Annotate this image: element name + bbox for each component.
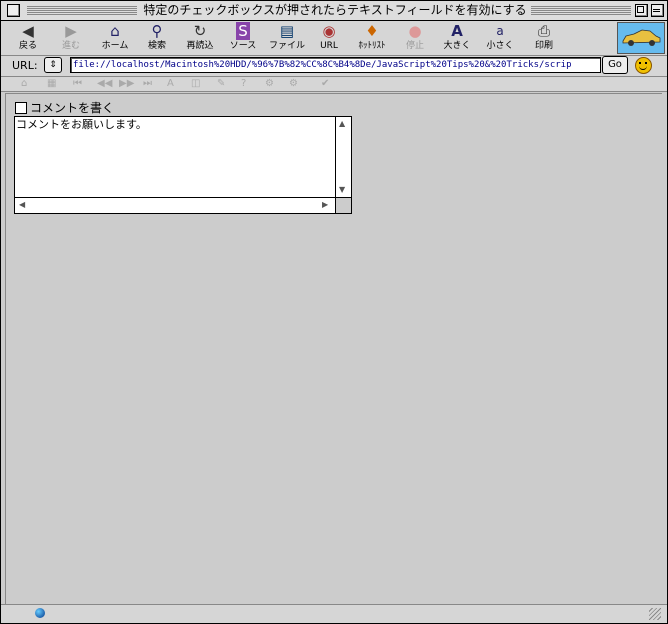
- larger-text-icon: A: [451, 22, 463, 40]
- scroll-up-icon[interactable]: ▲: [339, 119, 345, 129]
- back-arrow-icon: ◀: [22, 22, 34, 40]
- comment-checkbox[interactable]: [15, 102, 27, 114]
- stop-icon: ●: [408, 22, 422, 40]
- pt-font-icon[interactable]: A: [167, 77, 174, 91]
- pt-frame-icon[interactable]: ◫: [191, 77, 200, 91]
- stop-button[interactable]: ● 停止: [393, 22, 437, 54]
- collapse-box[interactable]: [651, 4, 664, 17]
- printer-icon: ⎙: [537, 22, 550, 40]
- browser-window: 特定のチェックボックスが押されたらテキストフィールドを有効にする ◀ 戻る ▶ …: [0, 0, 668, 624]
- reload-button[interactable]: ↻ 再読込: [178, 22, 222, 54]
- smaller-text-icon: a: [496, 24, 504, 38]
- location-bar: URL: ⇕ file://localhost/Macintosh%20HDD/…: [1, 56, 667, 77]
- hotlist-button[interactable]: ♦ ﾎｯﾄﾘｽﾄ: [350, 22, 394, 54]
- comment-textarea-text[interactable]: コメントをお願いします。: [16, 118, 334, 196]
- larger-text-button[interactable]: A 大きく: [435, 22, 479, 54]
- navigation-toolbar: ◀ 戻る ▶ 進む ⌂ ホーム ⚲ 検索 ↻ 再読込 S ソース ▤ ファイル …: [1, 21, 667, 56]
- title-stripes-left: [27, 5, 137, 16]
- horizontal-scrollbar[interactable]: ◀ ▶: [15, 197, 335, 213]
- source-button[interactable]: S ソース: [221, 22, 265, 54]
- reload-icon: ↻: [193, 22, 207, 40]
- scroll-down-icon[interactable]: ▼: [339, 185, 345, 195]
- url-label: URL:: [12, 59, 38, 72]
- globe-icon: ◉: [322, 22, 336, 40]
- window-title: 特定のチェックボックスが押されたらテキストフィールドを有効にする: [143, 3, 527, 17]
- close-box[interactable]: [7, 4, 20, 17]
- pt-grid-icon[interactable]: ▦: [47, 77, 56, 91]
- file-button[interactable]: ▤ ファイル: [265, 22, 309, 54]
- title-stripes-right: [531, 5, 631, 16]
- pt-prev-icon[interactable]: ◀◀: [97, 77, 112, 91]
- url-history-dropdown[interactable]: ⇕: [44, 57, 62, 73]
- comment-textarea[interactable]: コメントをお願いします。 ▲ ▼ ◀ ▶: [14, 116, 352, 214]
- search-button[interactable]: ⚲ 検索: [135, 22, 179, 54]
- vertical-scrollbar[interactable]: ▲ ▼: [335, 117, 351, 197]
- zoom-box[interactable]: [635, 4, 648, 17]
- home-button[interactable]: ⌂ ホーム: [93, 22, 137, 54]
- status-bar: [1, 604, 667, 623]
- pt-edit-icon[interactable]: ✎: [217, 77, 225, 91]
- resize-grip[interactable]: [649, 608, 661, 620]
- comment-checkbox-label[interactable]: コメントを書く: [30, 101, 114, 115]
- print-button[interactable]: ⎙ 印刷: [522, 22, 566, 54]
- car-logo-icon: [622, 29, 661, 46]
- pt-help-icon[interactable]: ?: [241, 77, 246, 91]
- page-content: コメントを書く コメントをお願いします。 ▲ ▼ ◀ ▶: [5, 93, 662, 604]
- pt-first-icon[interactable]: ⏮: [73, 77, 82, 91]
- scroll-right-icon[interactable]: ▶: [322, 200, 328, 210]
- search-icon: ⚲: [151, 22, 163, 40]
- pt-next-icon[interactable]: ▶▶: [119, 77, 134, 91]
- pt-settings-icon[interactable]: ⚙: [289, 77, 298, 91]
- url-input[interactable]: file://localhost/Macintosh%20HDD/%96%7B%…: [70, 57, 601, 73]
- file-icon: ▤: [279, 22, 295, 40]
- hotlist-icon: ♦: [365, 22, 379, 40]
- pt-check-icon[interactable]: ✔: [321, 77, 329, 91]
- pt-last-icon[interactable]: ⏭: [143, 77, 152, 91]
- pt-home-icon[interactable]: ⌂: [21, 77, 27, 91]
- smaller-text-button[interactable]: a 小さく: [478, 22, 522, 54]
- go-button[interactable]: Go: [602, 56, 628, 74]
- pt-gear-icon[interactable]: ⚙: [265, 77, 274, 91]
- personal-toolbar: ⌂ ▦ ⏮ ◀◀ ▶▶ ⏭ A ◫ ✎ ? ⚙ ⚙ ✔: [1, 77, 667, 92]
- source-icon: S: [236, 22, 250, 40]
- forward-arrow-icon: ▶: [65, 22, 77, 40]
- url-button[interactable]: ◉ URL: [307, 22, 351, 54]
- scroll-left-icon[interactable]: ◀: [19, 200, 25, 210]
- scrollbar-corner: [335, 197, 351, 213]
- browser-logo[interactable]: [617, 22, 665, 54]
- title-bar[interactable]: 特定のチェックボックスが押されたらテキストフィールドを有効にする: [1, 1, 667, 21]
- back-button[interactable]: ◀ 戻る: [6, 22, 50, 54]
- home-icon: ⌂: [110, 22, 120, 40]
- smiley-icon[interactable]: [635, 57, 652, 74]
- globe-status-icon: [35, 608, 45, 618]
- forward-button[interactable]: ▶ 進む: [49, 22, 93, 54]
